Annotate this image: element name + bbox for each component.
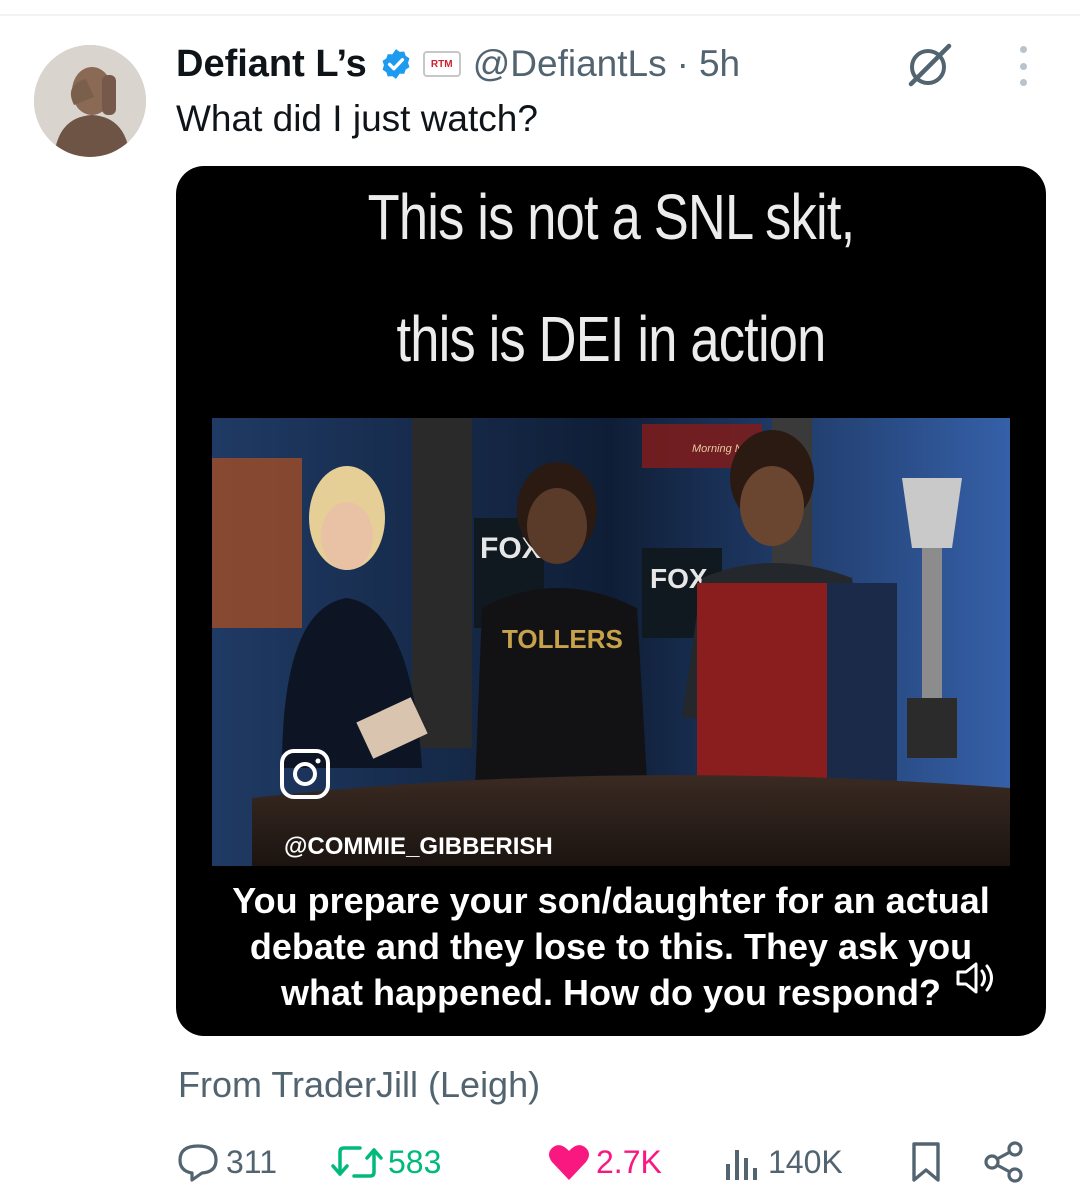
bookmark-button[interactable] xyxy=(906,1140,946,1184)
separator-dot: · xyxy=(676,43,689,84)
caption-line2: debate and they lose to this. They ask y… xyxy=(249,926,973,967)
share-icon xyxy=(984,1141,1023,1183)
caption-line1: You prepare your son/daughter for an act… xyxy=(232,880,990,921)
media-headline-line2: this is DEI in action xyxy=(396,303,826,375)
views-count: 140K xyxy=(768,1143,843,1180)
affiliate-badge[interactable]: RTM xyxy=(422,51,461,77)
repost-button[interactable]: 583 xyxy=(330,1140,441,1184)
repost-icon xyxy=(331,1146,383,1178)
tweet-time[interactable]: 5h xyxy=(699,43,740,85)
video-frame[interactable]: Morning News FOX FOX TOLLERS @COMMIE_GIB… xyxy=(212,418,1010,866)
repost-count: 583 xyxy=(388,1143,442,1180)
overlay-handle: @COMMIE_GIBBERISH xyxy=(284,833,553,860)
heart-icon xyxy=(549,1145,589,1180)
tweet-media[interactable]: This is not a SNL skit, this is DEI in a… xyxy=(176,166,1046,1036)
avatar-image xyxy=(34,45,146,157)
source-attribution[interactable]: From TraderJill (Leigh) xyxy=(178,1064,540,1106)
avatar[interactable] xyxy=(34,45,146,157)
more-icon[interactable] xyxy=(1010,46,1036,86)
bookmark-icon xyxy=(912,1142,940,1182)
author-handle[interactable]: @DefiantLs xyxy=(473,43,667,85)
grok-icon[interactable] xyxy=(905,40,955,90)
views-icon xyxy=(726,1150,757,1180)
reply-icon xyxy=(178,1144,218,1182)
like-count: 2.7K xyxy=(596,1143,662,1180)
author-name[interactable]: Defiant L’s xyxy=(176,43,367,86)
verified-badge-icon xyxy=(382,49,410,79)
action-bar: 311 583 2.7K 140K xyxy=(0,1140,1080,1184)
caption-line3: what happened. How do you respond? xyxy=(280,972,941,1013)
top-divider xyxy=(0,14,1080,16)
views-button[interactable]: 140K xyxy=(720,1140,843,1184)
sound-icon[interactable] xyxy=(954,960,998,996)
like-button[interactable]: 2.7K xyxy=(546,1140,662,1184)
media-headline-line1: This is not a SNL skit, xyxy=(367,181,855,253)
share-button[interactable] xyxy=(982,1140,1026,1184)
tweet-text: What did I just watch? xyxy=(176,98,538,139)
tweet-header: Defiant L’s RTM @DefiantLs · 5h xyxy=(176,38,740,90)
reply-button[interactable]: 311 xyxy=(176,1140,277,1184)
overlay-shirt-text: TOLLERS xyxy=(502,624,623,654)
reply-count: 311 xyxy=(226,1143,278,1180)
media-caption: You prepare your son/daughter for an act… xyxy=(176,878,1046,1016)
